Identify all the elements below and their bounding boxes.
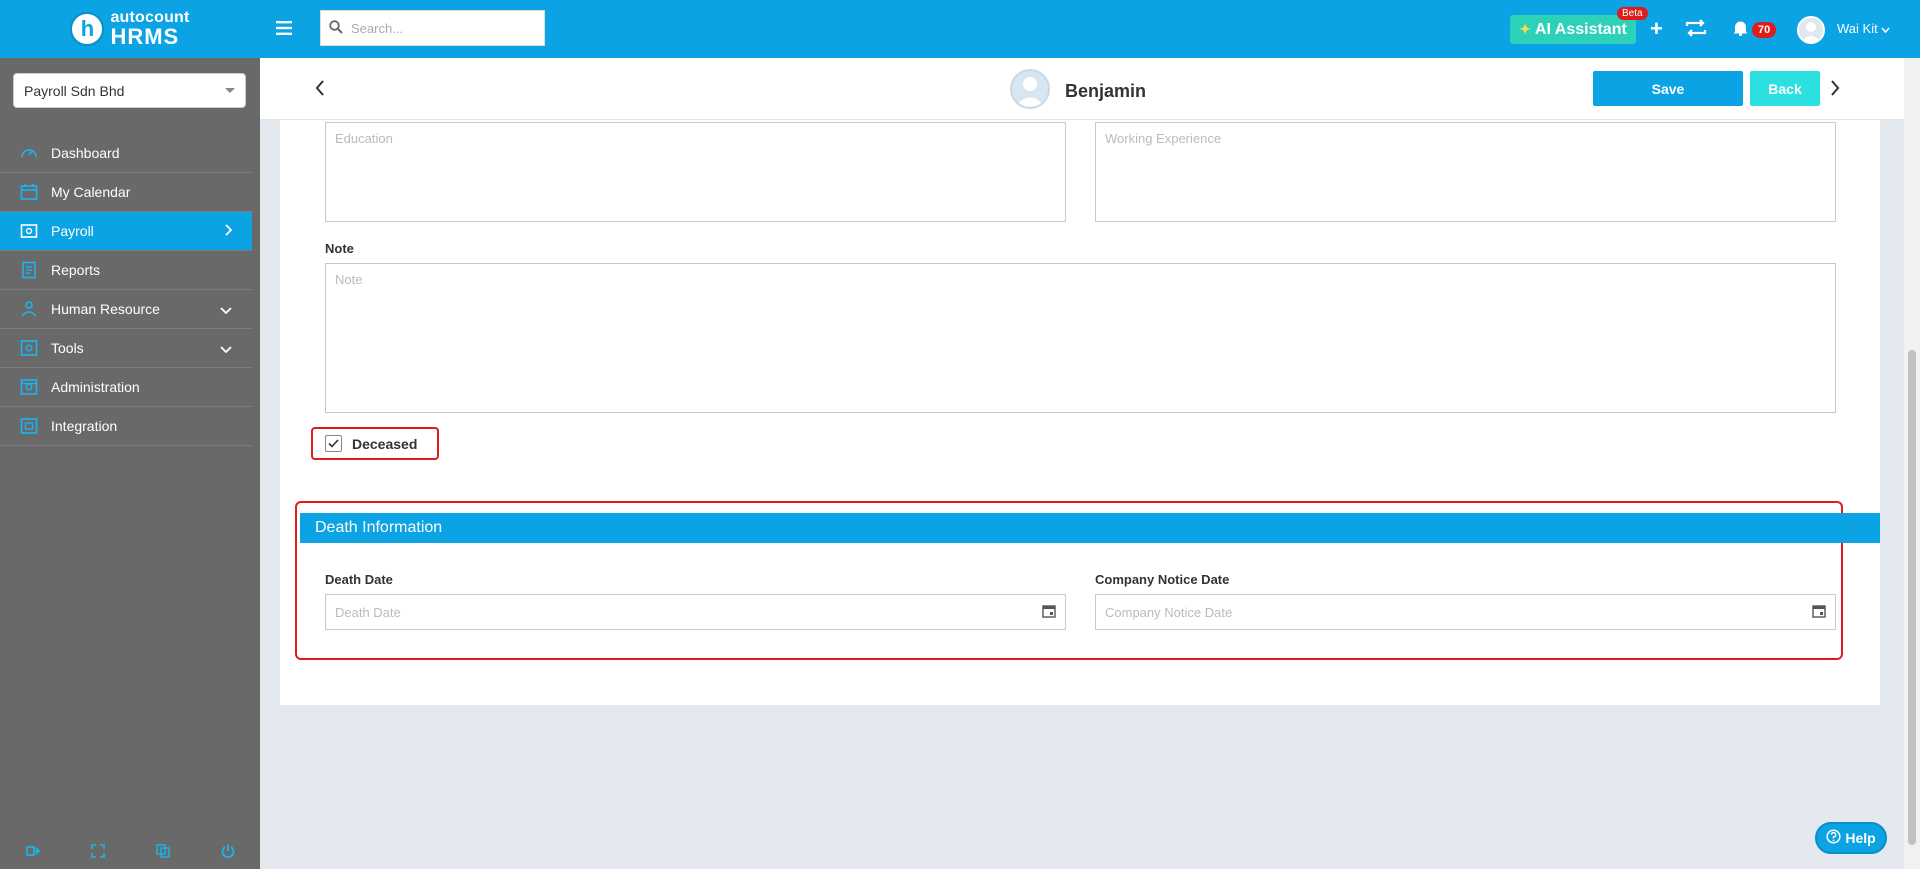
logo-mark: h — [70, 12, 105, 46]
add-icon[interactable]: + — [1650, 16, 1663, 42]
sidebar-item-tools[interactable]: Tools — [0, 329, 252, 368]
language-icon[interactable] — [155, 843, 171, 862]
employee-header: Benjamin Save Back — [260, 58, 1904, 120]
sparkle-icon: ✦ — [1519, 21, 1531, 37]
company-notice-date-label: Company Notice Date — [1095, 572, 1230, 587]
fullscreen-icon[interactable] — [90, 843, 106, 862]
sidebar-item-payroll[interactable]: Payroll — [0, 212, 252, 251]
note-label: Note — [325, 241, 354, 256]
notification-count-badge: 70 — [1752, 22, 1777, 38]
sidebar-menu: Dashboard My Calendar Payroll Reports Hu… — [0, 134, 252, 446]
calendar-icon[interactable] — [1042, 604, 1056, 621]
logo-bottom-text: HRMS — [110, 24, 180, 49]
education-field[interactable] — [325, 122, 1066, 222]
previous-employee-icon[interactable] — [315, 80, 325, 99]
caret-down-icon — [225, 88, 235, 93]
deceased-checkbox[interactable] — [325, 435, 342, 452]
chevron-down-icon — [220, 301, 232, 317]
tools-icon — [18, 337, 40, 359]
company-notice-date-input[interactable] — [1105, 604, 1812, 620]
deceased-checkbox-group[interactable]: Deceased — [311, 427, 439, 460]
hamburger-menu-icon[interactable] — [276, 21, 292, 38]
sidebar-item-label: Human Resource — [51, 301, 160, 317]
sidebar-item-label: Reports — [51, 262, 101, 278]
working-experience-field[interactable] — [1095, 122, 1836, 222]
search-input[interactable] — [351, 20, 531, 36]
payroll-icon — [18, 220, 40, 242]
employee-form-card: Note Deceased Death Information Death Da… — [280, 120, 1880, 705]
note-field[interactable] — [325, 263, 1836, 413]
sidebar-item-human-resource[interactable]: Human Resource — [0, 290, 252, 329]
sidebar-item-label: Payroll — [51, 223, 94, 239]
sidebar-item-label: Administration — [51, 379, 140, 395]
company-select-value: Payroll Sdn Bhd — [24, 82, 125, 99]
beta-badge: Beta — [1617, 7, 1648, 20]
power-icon[interactable] — [220, 843, 236, 862]
switch-icon[interactable] — [1684, 18, 1708, 41]
help-label: Help — [1845, 830, 1876, 846]
administration-icon — [18, 376, 40, 398]
death-information-header: Death Information — [300, 513, 1880, 543]
question-icon — [1826, 829, 1841, 847]
save-button[interactable]: Save — [1593, 71, 1743, 106]
human-resource-icon — [18, 298, 40, 320]
sidebar-item-label: My Calendar — [51, 184, 131, 200]
user-menu[interactable]: Wai Kit — [1837, 21, 1890, 36]
employee-avatar — [1010, 69, 1050, 109]
chevron-down-icon — [220, 340, 232, 356]
dashboard-icon — [18, 142, 40, 164]
company-notice-date-field — [1095, 594, 1836, 630]
sidebar: h autocount HRMS Payroll Sdn Bhd Dashboa… — [0, 0, 260, 869]
reports-icon — [18, 259, 40, 281]
help-button[interactable]: Help — [1815, 822, 1887, 854]
sidebar-item-my-calendar[interactable]: My Calendar — [0, 173, 252, 212]
death-date-field — [325, 594, 1066, 630]
sidebar-item-dashboard[interactable]: Dashboard — [0, 134, 252, 173]
scrollbar-thumb[interactable] — [1908, 350, 1916, 845]
sidebar-item-integration[interactable]: Integration — [0, 407, 252, 446]
death-date-label: Death Date — [325, 572, 393, 587]
integration-icon — [18, 415, 40, 437]
search-box — [320, 10, 545, 46]
sidebar-item-label: Integration — [51, 418, 118, 434]
user-name: Wai Kit — [1837, 21, 1878, 36]
logout-icon[interactable] — [25, 843, 41, 862]
sidebar-item-label: Dashboard — [51, 145, 120, 161]
calendar-icon[interactable] — [1812, 604, 1826, 621]
sidebar-item-label: Tools — [51, 340, 84, 356]
ai-assistant-button[interactable]: ✦ AI Assistant — [1510, 15, 1636, 44]
employee-name: Benjamin — [1065, 81, 1147, 101]
chevron-right-icon — [224, 223, 233, 239]
search-icon — [329, 19, 343, 37]
top-bar: ✦ AI Assistant Beta + 70 Wai Kit — [260, 0, 1920, 58]
deceased-label: Deceased — [352, 435, 418, 452]
company-select[interactable]: Payroll Sdn Bhd — [13, 73, 246, 108]
calendar-icon — [18, 181, 40, 203]
ai-assistant-label: AI Assistant — [1534, 20, 1627, 38]
next-employee-icon[interactable] — [1830, 80, 1840, 99]
bell-icon[interactable] — [1733, 19, 1748, 39]
sidebar-item-reports[interactable]: Reports — [0, 251, 252, 290]
death-date-input[interactable] — [335, 604, 1042, 620]
back-button[interactable]: Back — [1750, 71, 1820, 106]
sidebar-item-administration[interactable]: Administration — [0, 368, 252, 407]
user-avatar[interactable] — [1797, 16, 1825, 44]
logo[interactable]: h autocount HRMS — [0, 0, 260, 58]
chevron-down-icon — [1881, 21, 1890, 36]
page-scrollbar[interactable] — [1904, 58, 1920, 869]
sidebar-footer — [0, 835, 260, 869]
